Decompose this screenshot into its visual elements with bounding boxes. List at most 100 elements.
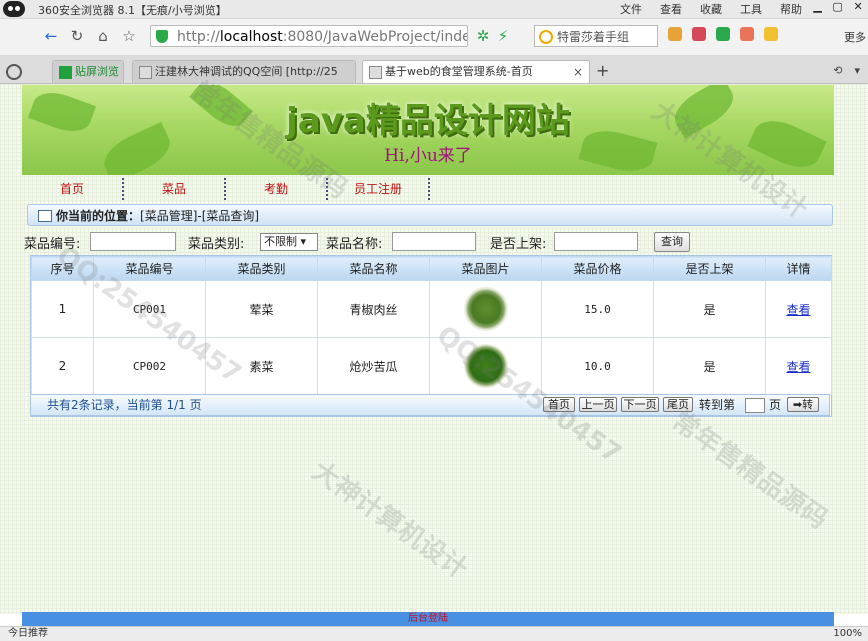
user-icon[interactable]	[764, 27, 778, 41]
dish-name: 青椒肉丝	[317, 280, 430, 338]
admin-login-link[interactable]: 后台登陆	[408, 613, 448, 624]
view-detail-link[interactable]: 查看	[786, 360, 810, 374]
star-icon[interactable]: ☆	[118, 25, 140, 47]
on-shelf: 是	[653, 337, 766, 395]
column-header: 菜品编号	[93, 256, 206, 281]
nav-home[interactable]: 首页	[22, 178, 124, 200]
name-label: 菜品名称:	[326, 237, 383, 252]
table-row: 1 CP001 荤菜 青椒肉丝 15.0 是 查看	[31, 280, 832, 338]
dish-name-input[interactable]	[392, 232, 476, 251]
browser-statusbar: 今日推荐 100%	[0, 626, 868, 641]
nav-attendance[interactable]: 考勤	[226, 178, 328, 200]
translate-icon[interactable]	[740, 27, 754, 41]
dish-photo	[463, 344, 508, 388]
row-number: 2	[31, 337, 94, 395]
menu-tools[interactable]: 工具	[740, 1, 762, 17]
dish-name: 炝炒苦瓜	[317, 337, 430, 395]
on-shelf-input[interactable]	[554, 232, 638, 251]
dish-image-cell	[429, 337, 542, 395]
security-icon[interactable]	[716, 27, 730, 41]
search-filter-bar: 菜品编号: 菜品类别: 不限制 ▾ 菜品名称: 是否上架: 查询	[22, 231, 834, 253]
maximize-icon[interactable]: ▢	[832, 0, 842, 18]
back-arrow-icon[interactable]: ←	[40, 25, 62, 47]
column-header: 序号	[31, 256, 94, 281]
toolbar-extension-icons	[668, 27, 778, 41]
goto-label: 转到第	[699, 398, 736, 412]
dish-price: 10.0	[541, 337, 654, 395]
tab-qq-space[interactable]: 汪建林大神调试的QQ空间 [http://25	[132, 60, 356, 83]
dish-code-input[interactable]	[90, 232, 176, 251]
record-summary: 共有2条记录，当前第 1/1 页	[47, 398, 202, 412]
dish-table-container: 序号 菜品编号 菜品类别 菜品名称 菜品图片 菜品价格 是否上架 详情 1 CP…	[30, 255, 832, 417]
code-label: 菜品编号:	[24, 237, 81, 252]
incognito-logo-icon	[3, 1, 25, 17]
menu-view[interactable]: 查看	[660, 1, 682, 17]
tab-label: 汪建林大神调试的QQ空间 [http://25	[155, 65, 338, 78]
home-icon[interactable]: ⌂	[92, 25, 114, 47]
search-engine-icon	[539, 30, 553, 44]
apps-icon[interactable]	[668, 27, 682, 41]
column-header: 菜品名称	[317, 256, 430, 281]
on-shelf: 是	[653, 280, 766, 338]
menu-file[interactable]: 文件	[620, 1, 642, 17]
page-unit-label: 页	[769, 398, 782, 412]
more-menu[interactable]: 更多	[844, 29, 866, 45]
restore-icon[interactable]: ⟲	[833, 64, 842, 77]
goto-page-input[interactable]	[745, 398, 765, 413]
category-select[interactable]: 不限制 ▾	[260, 233, 318, 251]
row-number: 1	[31, 280, 94, 338]
column-header: 菜品价格	[541, 256, 654, 281]
breadcrumb-label: 你当前的位置	[56, 209, 129, 223]
tab-list-icon[interactable]: ▾	[854, 64, 860, 77]
close-tab-icon[interactable]: ×	[573, 61, 583, 83]
tab-label: 基于web的食堂管理系统-首页	[385, 65, 533, 78]
page-icon	[59, 66, 72, 79]
view-detail-link[interactable]: 查看	[786, 303, 810, 317]
dish-code: CP002	[93, 337, 206, 395]
nav-dishes[interactable]: 菜品	[124, 178, 226, 200]
url-input[interactable]: http://localhost:8080/JavaWebProject/ind…	[150, 25, 468, 47]
mail-icon[interactable]	[692, 27, 706, 41]
tab-bar: 贴屏浏览 汪建林大神调试的QQ空间 [http://25 基于web的食堂管理系…	[0, 56, 868, 84]
address-toolbar: ← ↻ ⌂ ☆ http://localhost:8080/JavaWebPro…	[0, 19, 868, 56]
goto-button[interactable]: ➡转	[787, 397, 819, 412]
menu-favorites[interactable]: 收藏	[700, 1, 722, 17]
tab-pinned[interactable]: 贴屏浏览	[52, 60, 124, 83]
dish-category: 素菜	[205, 337, 318, 395]
browser-menu: 文件 查看 收藏 工具 帮助	[620, 1, 802, 17]
detail-cell: 查看	[765, 337, 832, 395]
menu-help[interactable]: 帮助	[780, 1, 802, 17]
page-icon	[369, 66, 382, 79]
prev-page-button[interactable]: 上一页	[579, 397, 617, 412]
column-header: 是否上架	[653, 256, 766, 281]
nav-employee-register[interactable]: 员工注册	[328, 178, 430, 200]
tab-label: 贴屏浏览	[75, 65, 119, 78]
dish-code: CP001	[93, 280, 206, 338]
gear-icon[interactable]: ✲	[472, 25, 494, 47]
tab-bar-tools: ⟲ ▾	[833, 64, 860, 77]
category-label: 菜品类别:	[188, 237, 245, 252]
zoom-level[interactable]: 100%	[833, 627, 862, 641]
close-window-icon[interactable]: ✕	[853, 0, 862, 18]
url-path: :8080/JavaWebProject/index	[282, 29, 468, 45]
search-input[interactable]: 特雷莎着手组	[534, 25, 658, 47]
tab-active[interactable]: 基于web的食堂管理系统-首页 ×	[362, 60, 590, 83]
reload-icon[interactable]: ↻	[66, 25, 88, 47]
lightning-icon[interactable]: ⚡	[492, 25, 514, 47]
query-button[interactable]: 查询	[654, 232, 690, 252]
cloud-icon[interactable]	[6, 64, 22, 80]
url-host: localhost	[219, 29, 283, 45]
detail-cell: 查看	[765, 280, 832, 338]
page-icon	[139, 66, 152, 79]
first-page-button[interactable]: 首页	[543, 397, 575, 412]
dish-photo	[463, 287, 508, 331]
last-page-button[interactable]: 尾页	[663, 397, 693, 412]
dish-image-cell	[429, 280, 542, 338]
next-page-button[interactable]: 下一页	[621, 397, 659, 412]
new-tab-icon[interactable]: +	[596, 61, 609, 80]
minimize-icon[interactable]: ▁	[813, 0, 821, 18]
site-title: java精品设计网站	[286, 101, 570, 141]
status-recommend[interactable]: 今日推荐	[8, 627, 48, 641]
dish-table: 序号 菜品编号 菜品类别 菜品名称 菜品图片 菜品价格 是否上架 详情 1 CP…	[31, 256, 832, 395]
window-controls: ▁ ▢ ✕	[808, 0, 868, 18]
